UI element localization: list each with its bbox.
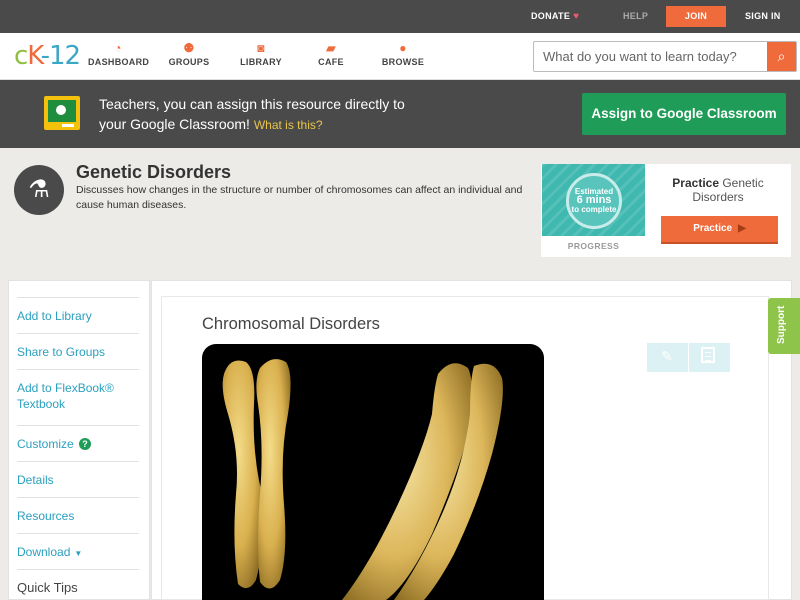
practice-button-label: Practice [693, 223, 733, 234]
content-heading: Chromosomal Disorders [202, 315, 380, 333]
progress-label: PROGRESS [567, 241, 620, 251]
support-tab[interactable]: Support [768, 298, 800, 354]
nav-cafe[interactable]: ▰ CAFE [316, 41, 346, 67]
sidebar-item-add-to-flexbook[interactable]: Add to FlexBook® Textbook [17, 369, 139, 425]
sidebar-item-share-to-groups[interactable]: Share to Groups [17, 333, 139, 360]
search-button[interactable]: ⌕ [767, 42, 796, 71]
join-button[interactable]: JOIN [666, 6, 726, 27]
caret-down-icon: ▼ [74, 549, 83, 558]
concept-header: ⚗ Genetic Disorders Discusses how change… [0, 148, 800, 268]
what-is-this-link[interactable]: What is this? [254, 118, 323, 132]
logo-k: K [27, 41, 41, 71]
nav-dashboard-label: DASHBOARD [88, 57, 150, 67]
download-label: Download [17, 545, 71, 559]
ck12-logo[interactable]: cK-12 [14, 41, 81, 71]
estimated-suffix: to complete [571, 205, 617, 214]
estimated-time-badge: Estimated 6 mins to complete [566, 173, 622, 229]
signin-link[interactable]: SIGN IN [745, 0, 781, 33]
sidebar-item-resources[interactable]: Resources [17, 497, 139, 524]
chat-icon: ▰ [326, 41, 336, 55]
assign-google-classroom-button[interactable]: Assign to Google Classroom [582, 93, 786, 135]
nav-library[interactable]: ◙ LIBRARY [240, 41, 282, 67]
donate-link[interactable]: DONATE ♥ [531, 0, 579, 33]
concept-description: Discusses how changes in the structure o… [76, 184, 523, 211]
sidebar-item-download[interactable]: Download ▼ [17, 533, 139, 562]
logo-12: 12 [49, 41, 81, 71]
resource-sidebar: Add to Library Share to Groups Add to Fl… [8, 280, 150, 600]
nav-cafe-label: CAFE [318, 57, 344, 67]
practice-title: Practice Genetic Disorders [653, 176, 783, 204]
chromosome-illustration [222, 359, 503, 600]
practice-button[interactable]: Practice ▶ [661, 216, 778, 244]
lightbulb-icon: ● [399, 41, 407, 55]
nav-groups-label: GROUPS [168, 57, 210, 67]
people-icon: ⚉ [183, 41, 195, 55]
classroom-message: Teachers, you can assign this resource d… [99, 94, 459, 135]
nav-browse[interactable]: ● BROWSE [380, 41, 426, 67]
nav-browse-label: BROWSE [381, 57, 425, 67]
help-icon[interactable]: ? [79, 438, 92, 450]
top-utility-bar: DONATE ♥ HELP JOIN SIGN IN [0, 0, 800, 33]
classroom-text-line2: your Google Classroom! [99, 116, 250, 132]
sidebar-item-customize[interactable]: Customize ? [17, 425, 139, 452]
chromosome-image [202, 344, 544, 600]
donate-label: DONATE [531, 11, 571, 21]
google-classroom-icon [44, 96, 80, 130]
chevron-right-icon: ▶ [738, 223, 746, 234]
customize-label: Customize [17, 437, 74, 451]
quick-tips-heading[interactable]: Quick Tips [17, 569, 139, 596]
nav-library-label: LIBRARY [240, 57, 282, 67]
search-icon: ⌕ [777, 48, 786, 64]
logo-c: c [14, 41, 28, 71]
heart-icon: ♥ [573, 11, 580, 22]
sidebar-item-add-to-library[interactable]: Add to Library [17, 297, 139, 324]
support-label: Support [776, 305, 787, 344]
backpack-icon: ◙ [257, 41, 265, 55]
sidebar-item-details[interactable]: Details [17, 461, 139, 488]
main-nav: cK-12 ◔ DASHBOARD ⚉ GROUPS ◙ LIBRARY ▰ C… [0, 33, 800, 80]
practice-title-bold: Practice [672, 176, 719, 190]
microscope-icon: ⚗ [14, 165, 64, 215]
google-classroom-banner: Teachers, you can assign this resource d… [0, 80, 800, 148]
nav-dashboard[interactable]: ◔ DASHBOARD [88, 41, 150, 67]
classroom-text-line1: Teachers, you can assign this resource d… [99, 96, 405, 112]
nav-groups[interactable]: ⚉ GROUPS [166, 41, 212, 67]
search-input[interactable] [534, 42, 768, 71]
annotation-tools: ✎ [647, 343, 730, 372]
practice-card: Estimated 6 mins to complete PROGRESS Pr… [541, 164, 791, 257]
notes-icon[interactable] [701, 347, 715, 363]
concept-title: Genetic Disorders [76, 162, 232, 182]
search-box: ⌕ [533, 41, 797, 72]
logo-dash: - [40, 41, 50, 71]
gauge-icon: ◔ [114, 41, 122, 55]
practice-progress-graphic: Estimated 6 mins to complete [542, 164, 645, 236]
pencil-icon[interactable]: ✎ [661, 348, 673, 365]
help-link[interactable]: HELP [623, 0, 648, 33]
